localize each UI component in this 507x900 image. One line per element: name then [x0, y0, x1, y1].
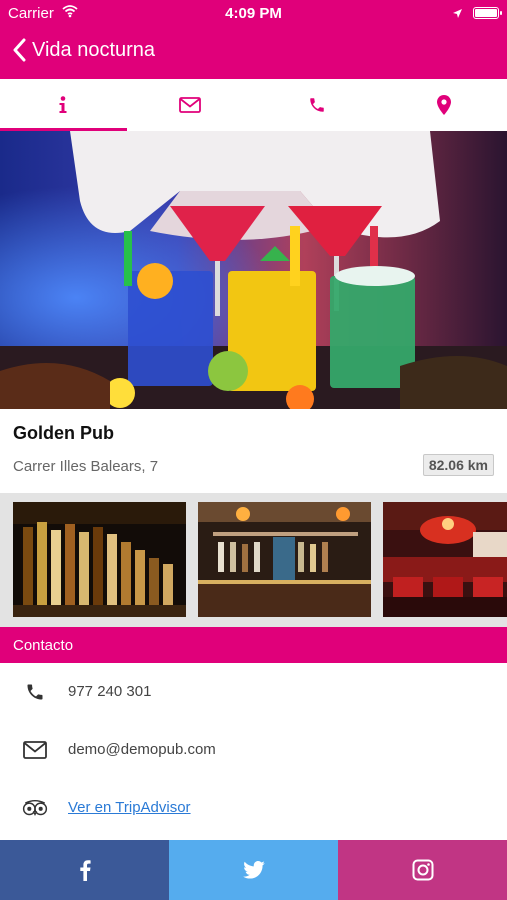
- tripadvisor-link[interactable]: Ver en TripAdvisor: [68, 799, 191, 816]
- twitter-icon: [242, 861, 265, 879]
- clock: 4:09 PM: [225, 5, 282, 22]
- instagram-button[interactable]: [338, 840, 507, 900]
- navigation-bar: Vida nocturna: [0, 28, 507, 79]
- gallery-photo[interactable]: [13, 502, 186, 617]
- contact-email-row[interactable]: demo@demopub.com: [0, 721, 507, 780]
- venue-info: Golden Pub Carrer Illes Balears, 7 82.06…: [0, 409, 507, 493]
- phone-number: 977 240 301: [68, 683, 152, 700]
- contact-section-header: Contacto: [0, 627, 507, 663]
- email-address: demo@demopub.com: [68, 741, 216, 758]
- tab-phone[interactable]: [254, 79, 381, 131]
- location-arrow-icon: [452, 6, 463, 23]
- tab-location[interactable]: [380, 79, 507, 131]
- contact-phone-row[interactable]: 977 240 301: [0, 663, 507, 722]
- distance-badge: 82.06 km: [422, 454, 494, 476]
- status-bar: Carrier 4:09 PM: [0, 0, 507, 28]
- contact-header-label: Contacto: [13, 637, 74, 654]
- social-bar: [0, 840, 507, 900]
- tripadvisor-owl-icon: [22, 797, 48, 819]
- phone-icon: [22, 681, 48, 703]
- venue-name: Golden Pub: [13, 423, 114, 443]
- tab-email[interactable]: [127, 79, 254, 131]
- photo-gallery[interactable]: [0, 493, 507, 627]
- location-pin-icon: [436, 95, 451, 115]
- gallery-photo[interactable]: [198, 502, 371, 617]
- envelope-icon: [179, 97, 202, 113]
- tab-bar: [0, 79, 507, 132]
- envelope-icon: [22, 739, 48, 761]
- venue-address: Carrer Illes Balears, 7: [13, 458, 159, 475]
- contact-tripadvisor-row: Ver en TripAdvisor: [0, 779, 507, 839]
- phone-icon: [310, 98, 324, 112]
- back-button[interactable]: Vida nocturna: [12, 38, 155, 62]
- chevron-left-icon: [13, 38, 26, 62]
- back-title: Vida nocturna: [32, 38, 156, 61]
- tab-info[interactable]: [0, 79, 127, 131]
- venue-hero-image: [0, 131, 507, 409]
- instagram-icon: [412, 859, 433, 881]
- gallery-photo[interactable]: [383, 502, 507, 617]
- battery-icon: [473, 7, 502, 19]
- twitter-button[interactable]: [169, 840, 338, 900]
- facebook-button[interactable]: [0, 840, 169, 900]
- facebook-icon: [79, 860, 91, 881]
- info-icon: [59, 96, 67, 113]
